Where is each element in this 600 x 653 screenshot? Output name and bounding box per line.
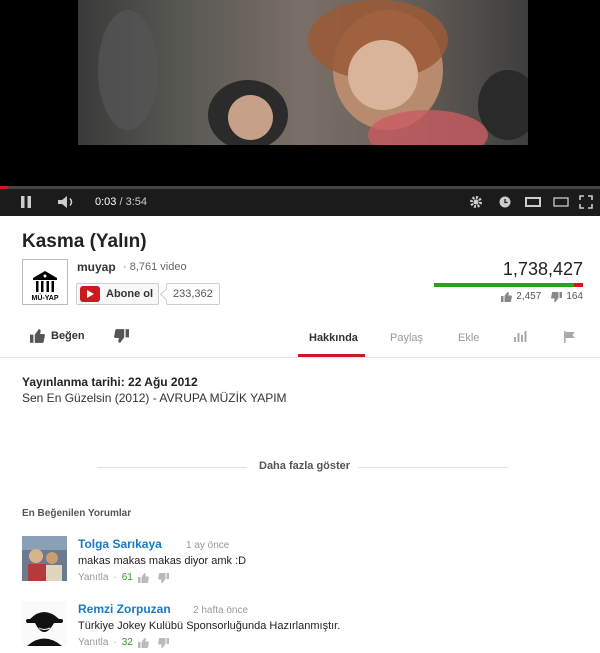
channel-avatar[interactable]: MÜ-YAP — [22, 259, 68, 305]
comment-time: 1 ay önce — [186, 540, 230, 551]
comment-like-count: 61 — [121, 572, 133, 583]
action-bar: Beğen Hakkında Paylaş Ekle — [0, 318, 600, 358]
avatar-image — [22, 601, 67, 646]
time-display: 0:03 / 3:54 — [95, 196, 147, 208]
thumbs-up-icon[interactable] — [137, 637, 149, 648]
subscriber-count: 233,362 — [166, 283, 220, 305]
progress-played — [0, 186, 8, 189]
tab-report[interactable] — [563, 331, 577, 346]
like-dislike-counts: 2,457 164 — [501, 291, 583, 302]
show-more-button[interactable]: Daha fazla göster — [259, 460, 350, 472]
thumbs-down-icon — [551, 291, 563, 302]
thumbs-down-icon — [114, 329, 129, 343]
thumbs-up-icon — [501, 291, 513, 302]
channel-logo-text: MÜ-YAP — [31, 295, 59, 302]
dislike-count: 164 — [566, 291, 583, 302]
tab-share[interactable]: Paylaş — [390, 332, 423, 344]
divider-left — [97, 467, 247, 468]
fullscreen-button[interactable] — [579, 189, 593, 215]
duration: 3:54 — [125, 196, 148, 208]
thumbs-down-icon[interactable] — [157, 637, 169, 648]
publish-date: Yayınlanma tarihi: 22 Ağu 2012 — [22, 375, 198, 389]
avatar-image — [22, 536, 67, 581]
tab-add[interactable]: Ekle — [458, 332, 479, 344]
fullscreen-icon — [579, 195, 593, 209]
like-ratio-fill — [434, 283, 574, 287]
popout-button[interactable] — [553, 189, 569, 215]
video-frame[interactable] — [78, 0, 528, 145]
comment-avatar[interactable] — [22, 536, 67, 581]
comment-actions: Yanıtla · 32 — [78, 637, 169, 648]
comment-author[interactable]: Remzi Zorpuzan — [78, 602, 171, 616]
reply-link[interactable]: Yanıtla — [78, 637, 108, 648]
gear-icon — [470, 196, 482, 208]
current-time: 0:03 — [95, 196, 117, 208]
comment-text: Türkiye Jokey Kulübü Sponsorluğunda Hazı… — [78, 620, 341, 632]
comment-time: 2 hafta önce — [193, 605, 249, 616]
channel-video-count: · 8,761 video — [123, 261, 187, 273]
like-button[interactable]: Beğen — [30, 329, 85, 343]
separator-dot: · — [113, 572, 117, 583]
separator-dot: · — [113, 637, 117, 648]
volume-icon — [58, 196, 73, 208]
like-ratio-bar — [434, 283, 583, 287]
clock-icon — [499, 196, 511, 208]
video-description: Sen En Güzelsin (2012) - AVRUPA MÜZİK YA… — [22, 391, 287, 405]
theater-mode-button[interactable] — [525, 189, 541, 215]
top-comments-heading: En Beğenilen Yorumlar — [22, 508, 132, 519]
pause-button[interactable] — [19, 189, 33, 215]
tab-about[interactable]: Hakkında — [309, 332, 358, 344]
comment-like-count: 32 — [121, 637, 133, 648]
active-tab-indicator — [298, 354, 365, 357]
popout-icon — [553, 197, 569, 207]
subscribe-label: Abone ol — [106, 288, 154, 300]
like-count: 2,457 — [516, 291, 542, 302]
dislike-button[interactable] — [114, 329, 129, 348]
volume-button[interactable] — [57, 189, 77, 215]
thumbs-down-icon[interactable] — [157, 572, 169, 583]
channel-logo-icon — [33, 271, 57, 292]
like-button-label: Beğen — [51, 330, 85, 342]
channel-name[interactable]: muyap — [77, 260, 116, 274]
subscribe-button[interactable]: Abone ol — [76, 283, 159, 305]
pause-icon — [21, 196, 31, 208]
theater-mode-icon — [525, 197, 541, 207]
thumbs-up-icon[interactable] — [137, 572, 149, 583]
comment-avatar[interactable] — [22, 601, 67, 646]
comment-author[interactable]: Tolga Sarıkaya — [78, 537, 162, 551]
video-player[interactable] — [0, 0, 600, 186]
youtube-icon — [80, 286, 100, 302]
tab-stats[interactable] — [513, 331, 527, 345]
watch-later-button[interactable] — [499, 189, 511, 215]
time-separator: / — [116, 196, 126, 208]
flag-icon — [564, 331, 575, 343]
video-title: Kasma (Yalın) — [22, 231, 147, 252]
view-count: 1,738,427 — [502, 259, 583, 279]
comment-text: makas makas makas diyor amk :D — [78, 555, 247, 567]
thumbs-up-icon — [30, 329, 45, 343]
reply-link[interactable]: Yanıtla — [78, 572, 108, 583]
stats-icon — [514, 331, 527, 342]
settings-button[interactable] — [469, 189, 483, 215]
comment-actions: Yanıtla · 61 — [78, 572, 169, 583]
divider-right — [358, 467, 508, 468]
